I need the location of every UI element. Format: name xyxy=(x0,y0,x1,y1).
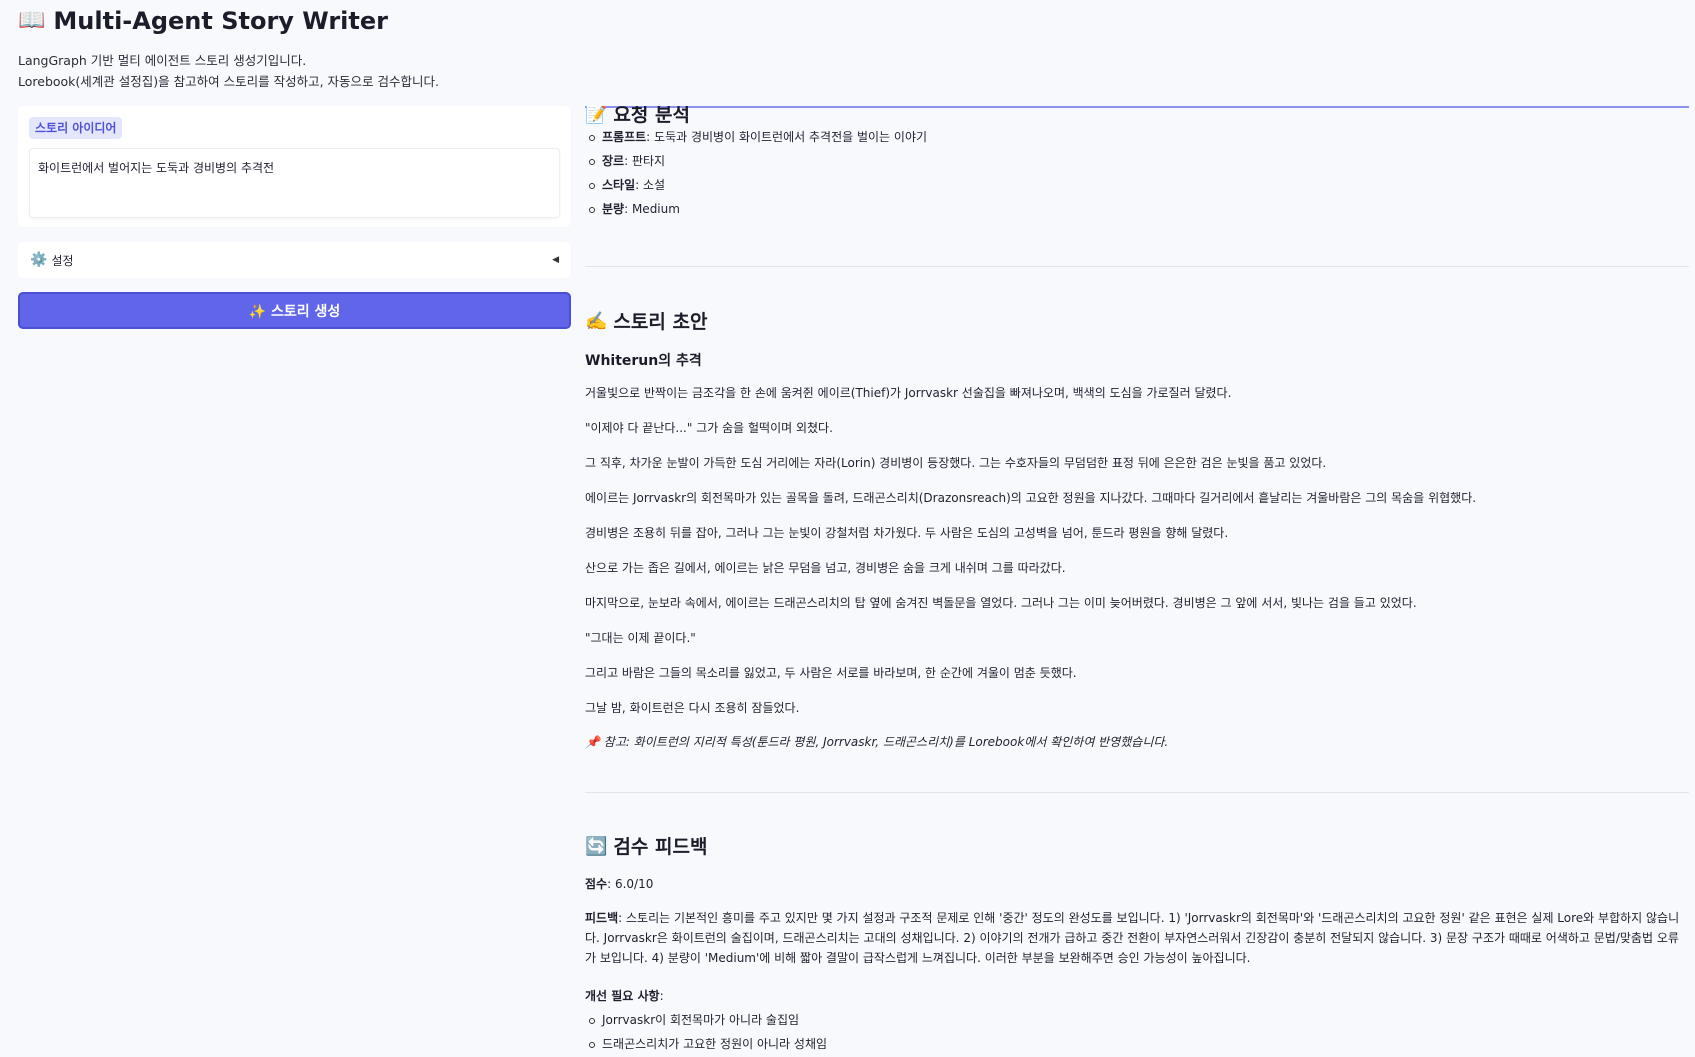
writing-hand-icon: ✍️ xyxy=(585,311,608,332)
story-paragraph: 그날 밤, 화이트런은 다시 조용히 잠들었다. xyxy=(585,701,800,715)
page-title-text: Multi-Agent Story Writer xyxy=(53,7,388,35)
story-paragraph: 에이르는 Jorrvaskr의 회전목마가 있는 골목을 돌려, 드래곤스리치(… xyxy=(585,491,1477,505)
refresh-icon: 🔄 xyxy=(585,836,608,857)
story-paragraph: "그대는 이제 끝이다." xyxy=(585,631,696,645)
review-improvements-label: 개선 필요 사항: xyxy=(585,989,664,1003)
analysis-item: 분량: Medium xyxy=(588,197,927,221)
section-divider xyxy=(585,266,1689,267)
story-idea-label: 스토리 아이디어 xyxy=(29,117,123,139)
caret-left-icon: ◀ xyxy=(552,255,559,265)
improvement-item: 드래곤스리치가 고요한 정원이 아니라 성채임 xyxy=(588,1032,827,1056)
gear-icon: ⚙️ xyxy=(30,252,48,268)
story-paragraph: 그리고 바람은 그들의 목소리를 잃었고, 두 사람은 서로를 바라보며, 한 … xyxy=(585,666,1077,680)
open-book-icon: 📖 xyxy=(18,8,46,33)
story-title: Whiterun의 추격 xyxy=(585,353,702,369)
page-title: 📖 Multi-Agent Story Writer xyxy=(18,4,388,38)
story-idea-card: 스토리 아이디어 xyxy=(18,106,571,227)
output-progress-line xyxy=(585,106,1689,108)
story-paragraph: 마지막으로, 눈보라 속에서, 에이르는 드래곤스리치의 탑 옆에 숨겨진 벽돌… xyxy=(585,596,1417,610)
page-description: LangGraph 기반 멀티 에이전트 스토리 생성기입니다. Loreboo… xyxy=(18,50,439,92)
review-heading: 🔄 검수 피드백 xyxy=(585,834,707,860)
analysis-item: 장르: 판타지 xyxy=(588,149,927,173)
story-paragraph: 그 직후, 차가운 눈발이 가득한 도심 거리에는 자라(Lorin) 경비병이… xyxy=(585,456,1327,470)
generate-story-button[interactable]: ✨ 스토리 생성 xyxy=(18,292,571,329)
story-paragraph: 거울빛으로 반짝이는 금조각을 한 손에 움켜쥔 에이르(Thief)가 Jor… xyxy=(585,386,1232,400)
description-line-1: LangGraph 기반 멀티 에이전트 스토리 생성기입니다. xyxy=(18,53,307,68)
draft-heading-text: 스토리 초안 xyxy=(613,311,708,333)
story-paragraph: "이제야 다 끝난다..." 그가 숨을 헐떡이며 외쳤다. xyxy=(585,421,833,435)
description-line-2: Lorebook(세계관 설정집)을 참고하여 스토리를 작성하고, 자동으로 … xyxy=(18,74,439,89)
analysis-list: 프롬프트: 도둑과 경비병이 화이트런에서 추격전을 벌이는 이야기 장르: 판… xyxy=(585,125,927,221)
review-score: 점수: 6.0/10 xyxy=(585,877,654,891)
improvement-item: Jorrvaskr이 회전목마가 아니라 술집임 xyxy=(588,1008,827,1032)
lorebook-note: 📌 참고: 화이트런의 지리적 특성(툰드라 평원, Jorrvaskr, 드래… xyxy=(585,733,1685,751)
story-idea-input[interactable] xyxy=(29,148,560,218)
output-panel: 📝 요청 분석 프롬프트: 도둑과 경비병이 화이트런에서 추격전을 벌이는 이… xyxy=(585,106,1689,1057)
lorebook-note-text: 참고: 화이트런의 지리적 특성(툰드라 평원, Jorrvaskr, 드래곤스… xyxy=(603,735,1169,749)
story-paragraph: 산으로 가는 좁은 길에서, 에이르는 낡은 무덤을 넘고, 경비병은 숨을 크… xyxy=(585,561,1066,575)
analysis-item: 스타일: 소설 xyxy=(588,173,927,197)
section-divider xyxy=(585,792,1689,793)
app-root: 📖 Multi-Agent Story Writer LangGraph 기반 … xyxy=(0,0,1695,1057)
analysis-item: 프롬프트: 도둑과 경비병이 화이트런에서 추격전을 벌이는 이야기 xyxy=(588,125,927,149)
review-feedback: 피드백: 스토리는 기본적인 흥미를 주고 있지만 몇 가지 설정과 구조적 문… xyxy=(585,911,1680,965)
story-paragraph: 경비병은 조용히 뒤를 잡아, 그러나 그는 눈빛이 강철처럼 차가웠다. 두 … xyxy=(585,526,1229,540)
settings-label: 설정 xyxy=(51,253,74,268)
pushpin-icon: 📌 xyxy=(585,735,600,749)
settings-accordion[interactable]: ⚙️ 설정 ◀ xyxy=(18,242,571,278)
review-heading-text: 검수 피드백 xyxy=(613,836,708,858)
draft-heading: ✍️ 스토리 초안 xyxy=(585,309,707,335)
improvements-list: Jorrvaskr이 회전목마가 아니라 술집임 드래곤스리치가 고요한 정원이… xyxy=(585,1008,827,1056)
